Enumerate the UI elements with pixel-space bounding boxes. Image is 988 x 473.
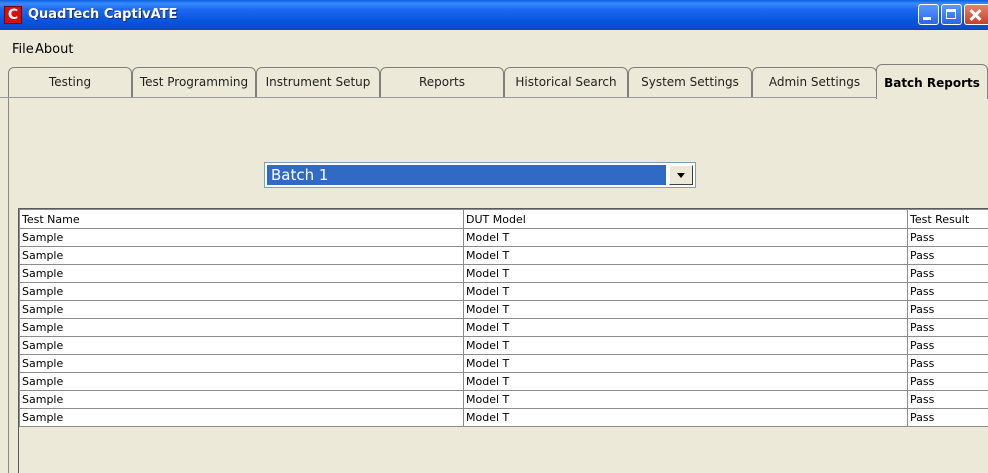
tab-testing[interactable]: Testing [8,67,132,97]
batch-results-grid[interactable]: Test Name DUT Model Test Result Sample Mo… [18,208,988,473]
cell-test-result: Pass [907,372,988,391]
results-table: Test Name DUT Model Test Result Sample Mo… [19,209,988,427]
minimize-icon[interactable] [918,4,939,25]
cell-dut-model: Model T [463,228,908,247]
table-row[interactable]: Sample Model T Pass [19,408,988,427]
cell-test-name: Sample [19,408,464,427]
cell-dut-model: Model T [463,300,908,319]
tab-instrument-setup[interactable]: Instrument Setup [256,67,380,97]
cell-test-name: Sample [19,246,464,265]
table-row[interactable]: Sample Model T Pass [19,246,988,265]
cell-test-result: Pass [907,408,988,427]
table-row[interactable]: Sample Model T Pass [19,228,988,247]
column-header-test-name[interactable]: Test Name [19,209,464,229]
table-row[interactable]: Sample Model T Pass [19,336,988,355]
table-row[interactable]: Sample Model T Pass [19,354,988,373]
cell-test-name: Sample [19,264,464,283]
cell-test-result: Pass [907,354,988,373]
cell-dut-model: Model T [463,408,908,427]
menu-file[interactable]: File [12,42,34,57]
cell-test-name: Sample [19,354,464,373]
cell-test-name: Sample [19,300,464,319]
close-icon[interactable] [964,4,988,25]
cell-test-name: Sample [19,318,464,337]
cell-test-result: Pass [907,228,988,247]
cell-test-name: Sample [19,390,464,409]
cell-test-result: Pass [907,336,988,355]
cell-test-result: Pass [907,264,988,283]
cell-dut-model: Model T [463,282,908,301]
cell-dut-model: Model T [463,336,908,355]
batch-select[interactable]: Batch 1 [264,162,696,188]
menu-about[interactable]: About [35,42,73,57]
table-row[interactable]: Sample Model T Pass [19,318,988,337]
column-header-test-result[interactable]: Test Result [907,209,988,229]
column-header-dut-model[interactable]: DUT Model [463,209,908,229]
cell-test-result: Pass [907,318,988,337]
app-logo-icon[interactable]: C [4,6,22,24]
tab-historical-search[interactable]: Historical Search [504,67,628,97]
cell-dut-model: Model T [463,264,908,283]
maximize-icon[interactable] [941,4,962,25]
cell-test-result: Pass [907,282,988,301]
cell-test-name: Sample [19,228,464,247]
cell-dut-model: Model T [463,390,908,409]
cell-test-result: Pass [907,246,988,265]
table-row[interactable]: Sample Model T Pass [19,390,988,409]
tab-test-programming[interactable]: Test Programming [132,67,256,97]
tab-strip: Testing Test Programming Instrument Setu… [0,64,988,99]
tab-batch-reports[interactable]: Batch Reports [876,64,988,99]
tab-system-settings[interactable]: System Settings [628,67,752,97]
table-row[interactable]: Sample Model T Pass [19,372,988,391]
batch-select-value[interactable]: Batch 1 [267,165,666,185]
tab-admin-settings[interactable]: Admin Settings [752,67,877,97]
page-border [8,98,9,473]
tab-reports[interactable]: Reports [380,67,504,97]
table-row[interactable]: Sample Model T Pass [19,282,988,301]
window-title: QuadTech CaptivATE [28,7,178,22]
title-bar[interactable]: C QuadTech CaptivATE [0,0,988,30]
table-row[interactable]: Sample Model T Pass [19,300,988,319]
chevron-down-icon[interactable] [669,165,693,185]
cell-test-name: Sample [19,336,464,355]
table-row[interactable]: Sample Model T Pass [19,264,988,283]
cell-test-name: Sample [19,282,464,301]
cell-test-name: Sample [19,372,464,391]
tab-divider [0,97,877,98]
cell-dut-model: Model T [463,246,908,265]
cell-test-result: Pass [907,300,988,319]
cell-dut-model: Model T [463,372,908,391]
cell-dut-model: Model T [463,318,908,337]
cell-test-result: Pass [907,390,988,409]
cell-dut-model: Model T [463,354,908,373]
table-header-row: Test Name DUT Model Test Result [19,209,988,229]
